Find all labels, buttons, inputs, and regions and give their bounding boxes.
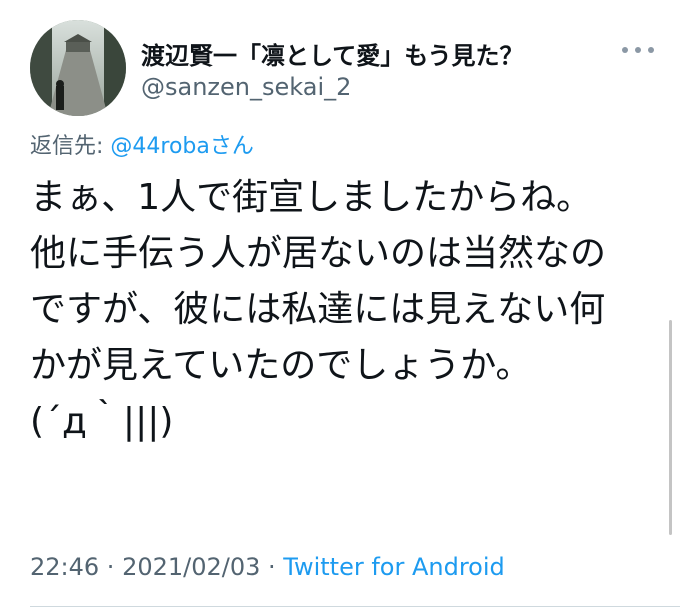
tweet-text: まぁ、1人で街宣しましたからね。 他に手伝う人が居ないのは当然なのですが、彼には… bbox=[30, 177, 607, 442]
tweet-date[interactable]: 2021/02/03 bbox=[122, 553, 260, 581]
display-name[interactable]: 渡辺賢一「凛として愛」もう見た？ bbox=[141, 36, 524, 71]
tweet-time[interactable]: 22:46 bbox=[30, 553, 99, 581]
tweet-source-link[interactable]: Twitter for Android bbox=[283, 553, 504, 581]
user-handle[interactable]: @sanzen_sekai_2 bbox=[141, 73, 351, 101]
avatar-photo-icon bbox=[30, 20, 126, 116]
meta-separator: · bbox=[99, 553, 123, 581]
reply-to-mention-link[interactable]: @44robaさん bbox=[110, 134, 253, 159]
scrollbar[interactable] bbox=[669, 320, 672, 535]
reply-to-prefix: 返信先: bbox=[30, 134, 111, 159]
tweet-card: 渡辺賢一「凛として愛」もう見た？ @sanzen_sekai_2 返信先: @4… bbox=[0, 0, 680, 611]
avatar[interactable] bbox=[30, 20, 126, 116]
more-horizontal-icon[interactable] bbox=[619, 40, 657, 60]
meta-separator: · bbox=[260, 553, 284, 581]
divider bbox=[30, 606, 680, 607]
reply-to-line: 返信先: @44robaさん bbox=[30, 128, 254, 160]
tweet-meta: 22:46 · 2021/02/03 · Twitter for Android bbox=[30, 553, 505, 581]
